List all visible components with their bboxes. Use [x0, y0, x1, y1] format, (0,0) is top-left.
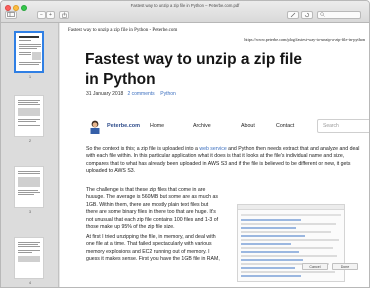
nav-contact[interactable]: Contact	[276, 123, 294, 129]
paragraph-3: At first I tried unzipping the file, in …	[86, 234, 220, 263]
search-field[interactable]	[317, 11, 361, 19]
paragraph-2: The challenge is that these zip files th…	[86, 187, 219, 231]
site-nav: Peterbe.com Home Archive About Contact S…	[82, 116, 369, 138]
page-number-3: 3	[29, 210, 31, 214]
page-number-4: 4	[29, 281, 31, 285]
print-header-title: Fastest way to unzip a zip file in Pytho…	[68, 28, 178, 33]
site-brand[interactable]: Peterbe.com	[107, 123, 140, 129]
nav-home[interactable]: Home	[150, 123, 164, 129]
thumbnail-sidebar: 1 2 3 4	[1, 23, 59, 287]
nav-archive[interactable]: Archive	[193, 123, 211, 129]
post-title: Fastest way to unzip a zip file in Pytho…	[85, 51, 303, 88]
post-meta: 31 January 2018 2 comments Python	[86, 91, 176, 97]
done-button[interactable]: Done	[332, 263, 358, 270]
paragraph-1: So the context is this; a zip file is up…	[86, 146, 360, 175]
sidebar-toggle-button[interactable]	[5, 11, 17, 19]
post-date: 31 January 2018	[86, 91, 124, 97]
category-tag[interactable]: Python	[160, 91, 176, 97]
web-service-link[interactable]: web service	[199, 146, 226, 152]
title-bar: Fastest way to unzip a zip file in Pytho…	[1, 1, 369, 23]
share-button[interactable]	[59, 11, 69, 19]
page-number-1: 1	[29, 75, 31, 79]
share-icon	[61, 12, 67, 18]
pen-icon	[290, 12, 296, 18]
page-thumbnail-1[interactable]	[14, 31, 44, 73]
print-header: Fastest way to unzip a zip file in Pytho…	[68, 28, 365, 36]
print-header-url: https://www.peterbe.com/plog/fastest-way…	[244, 37, 365, 42]
preview-window: Fastest way to unzip a zip file in Pytho…	[0, 0, 370, 288]
page-number-2: 2	[29, 139, 31, 143]
cancel-button[interactable]: Cancel	[302, 263, 328, 270]
nav-about[interactable]: About	[241, 123, 255, 129]
site-search-input[interactable]: Search	[317, 119, 369, 133]
page-thumbnail-4[interactable]	[14, 237, 44, 279]
zoom-out-button[interactable]: −	[37, 11, 46, 19]
page-thumbnail-2[interactable]	[14, 95, 44, 137]
search-icon	[320, 12, 325, 17]
page-thumbnail-3[interactable]	[14, 166, 44, 208]
window-title: Fastest way to unzip a zip file in Pytho…	[130, 3, 240, 8]
zoom-in-button[interactable]: +	[46, 11, 55, 19]
sidebar-icon	[7, 12, 15, 17]
avatar-logo[interactable]	[88, 119, 102, 134]
rotate-icon	[304, 12, 310, 18]
rotate-button[interactable]	[301, 11, 313, 19]
pdf-page[interactable]: Fastest way to unzip a zip file in Pytho…	[60, 23, 369, 287]
comments-link[interactable]: 2 comments	[127, 91, 154, 97]
dialog-buttons: Cancel Done	[302, 263, 362, 271]
markup-button[interactable]	[287, 11, 299, 19]
